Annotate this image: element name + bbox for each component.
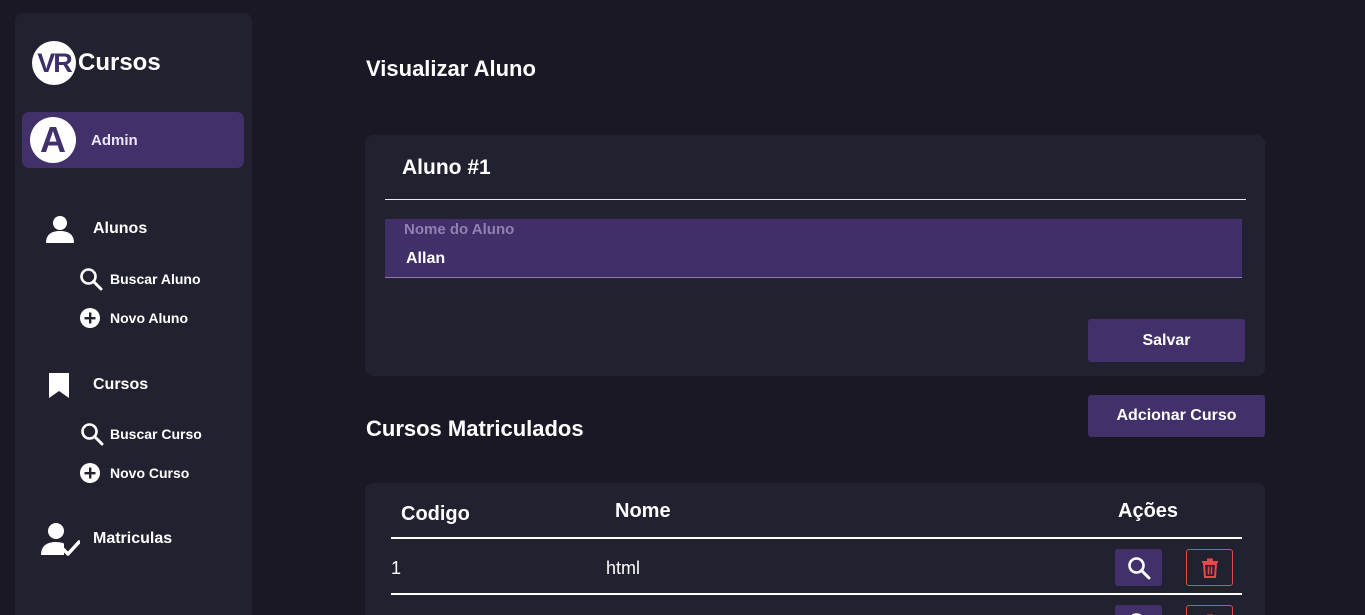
sidebar-item-label: Alunos — [93, 220, 148, 237]
logo-text: Cursos — [78, 49, 161, 76]
delete-course-button[interactable] — [1186, 549, 1233, 586]
student-card: Aluno #1 Nome do Aluno Salvar — [365, 135, 1265, 376]
column-header-codigo: Codigo — [401, 503, 470, 525]
sidebar-item-alunos[interactable]: Alunos — [45, 213, 147, 245]
cell-nome: html — [606, 558, 641, 578]
sidebar-item-label: Novo Curso — [110, 465, 190, 481]
student-name-input[interactable] — [406, 248, 1206, 270]
sidebar-item-matriculas[interactable]: Matriculas — [40, 521, 172, 557]
add-course-button[interactable]: Adcionar Curso — [1088, 395, 1265, 437]
view-course-button[interactable] — [1115, 549, 1162, 586]
sidebar-item-label: Buscar Aluno — [110, 271, 201, 287]
view-course-button[interactable] — [1115, 605, 1162, 615]
avatar: A — [30, 117, 76, 163]
page-title: Visualizar Aluno — [366, 56, 536, 81]
search-icon — [1127, 612, 1151, 615]
sidebar-item-novo-aluno[interactable]: Novo Aluno — [80, 308, 188, 328]
search-icon — [79, 267, 103, 291]
card-title: Aluno #1 — [402, 156, 491, 179]
sidebar: VR Cursos A Admin Alunos Buscar Aluno No… — [15, 13, 252, 615]
logo-mark: VR — [32, 41, 76, 85]
section-title: Cursos Matriculados — [366, 416, 584, 441]
column-header-acoes: Ações — [1118, 500, 1179, 522]
sidebar-item-label: Cursos — [93, 376, 149, 393]
divider — [391, 537, 1242, 539]
person-icon — [45, 213, 75, 245]
trash-icon — [1201, 558, 1219, 578]
person-check-icon — [40, 521, 80, 557]
field-label: Nome do Aluno — [404, 221, 515, 238]
enrolled-courses-table: Codigo Nome Ações 1 html — [365, 483, 1265, 615]
divider — [385, 199, 1246, 200]
save-button[interactable]: Salvar — [1088, 319, 1245, 362]
sidebar-item-buscar-aluno[interactable]: Buscar Aluno — [79, 267, 201, 291]
user-name: Admin — [91, 131, 138, 149]
sidebar-item-label: Buscar Curso — [110, 426, 202, 442]
student-name-field[interactable]: Nome do Aluno — [385, 219, 1242, 278]
search-icon — [80, 422, 104, 446]
bookmark-icon — [48, 371, 70, 399]
delete-course-button[interactable] — [1186, 605, 1233, 615]
sidebar-item-label: Novo Aluno — [110, 310, 189, 326]
divider — [391, 593, 1242, 595]
plus-circle-icon — [80, 308, 100, 328]
cell-codigo: 1 — [391, 558, 402, 578]
plus-circle-icon — [80, 463, 100, 483]
user-card[interactable]: A Admin — [22, 112, 244, 168]
sidebar-item-cursos[interactable]: Cursos — [48, 371, 148, 399]
sidebar-item-label: Matriculas — [93, 530, 173, 547]
sidebar-item-buscar-curso[interactable]: Buscar Curso — [80, 422, 202, 446]
search-icon — [1127, 556, 1151, 580]
app-logo[interactable]: VR Cursos — [32, 40, 161, 86]
sidebar-item-novo-curso[interactable]: Novo Curso — [80, 463, 189, 483]
column-header-nome: Nome — [615, 500, 671, 522]
